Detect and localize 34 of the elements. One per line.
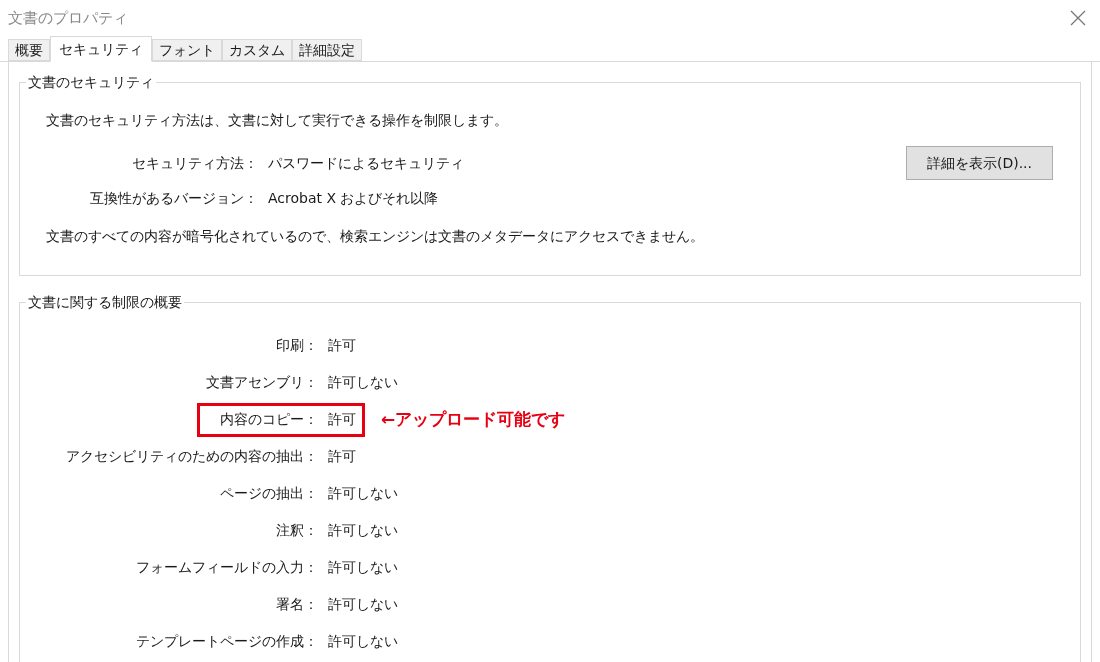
field-value: 許可しない <box>328 373 398 392</box>
field-value: 許可 <box>328 410 356 429</box>
field-value: 許可しない <box>328 595 398 614</box>
window-title: 文書のプロパティ <box>8 7 128 29</box>
field-value: パスワードによるセキュリティ <box>268 153 465 173</box>
field-label: セキュリティ方法： <box>131 153 258 173</box>
field-label: ページの抽出： <box>219 484 318 503</box>
field-label: 注釈： <box>275 521 318 540</box>
close-icon[interactable] <box>1070 10 1086 26</box>
field-value: 許可 <box>328 447 356 466</box>
field-label: 印刷： <box>275 336 318 355</box>
field-label: 内容のコピー： <box>219 410 318 429</box>
field-label: テンプレートページの作成： <box>135 632 318 651</box>
annotation-text: ←アップロード可能です <box>381 407 566 431</box>
tab[interactable]: 概要 <box>8 39 50 61</box>
field-value: 許可しない <box>328 558 398 577</box>
field-value: 許可しない <box>328 484 398 503</box>
tab[interactable]: セキュリティ <box>50 36 152 62</box>
field-label: フォームフィールドの入力： <box>135 558 318 577</box>
field-label: 署名： <box>275 595 318 614</box>
field-value: 許可しない <box>328 632 398 651</box>
field-value: Acrobat X およびそれ以降 <box>268 189 439 208</box>
field-value: 許可しない <box>328 521 398 540</box>
field-label: 互換性があるバージョン： <box>89 189 258 208</box>
tab[interactable]: 詳細設定 <box>292 39 362 61</box>
group-title: 文書に関する制限の概要 <box>26 292 184 313</box>
description-text: 文書のセキュリティ方法は、文書に対して実行できる操作を制限します。 <box>46 111 509 130</box>
tab[interactable]: フォント <box>152 39 222 61</box>
field-label: 文書アセンブリ： <box>205 373 318 392</box>
tab[interactable]: カスタム <box>222 39 292 61</box>
field-value: 許可 <box>328 336 356 355</box>
note-text: 文書のすべての内容が暗号化されているので、検索エンジンは文書のメタデータにアクセスできません。 <box>46 227 705 246</box>
details-button[interactable]: 詳細を表示(D)... <box>906 146 1053 180</box>
field-label: アクセシビリティのための内容の抽出： <box>65 447 318 466</box>
